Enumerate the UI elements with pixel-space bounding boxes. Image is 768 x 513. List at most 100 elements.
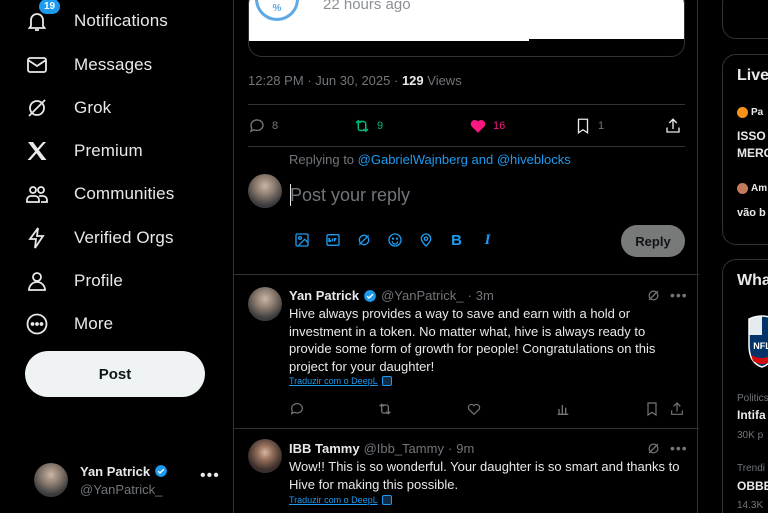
grok-icon[interactable] xyxy=(354,230,373,250)
avatar xyxy=(737,107,748,118)
account-name: Yan Patrick xyxy=(80,463,151,479)
author-handle[interactable]: @YanPatrick_ xyxy=(381,288,463,303)
live-card[interactable]: Live Pa ISSO MERC Am vão b xyxy=(722,54,768,245)
share-icon xyxy=(666,118,680,133)
avatar[interactable] xyxy=(248,287,282,321)
nav-grok[interactable]: Grok xyxy=(24,88,111,128)
nav-label: Notifications xyxy=(74,11,168,30)
more-dots-icon[interactable]: ••• xyxy=(670,440,688,456)
nav-label: Profile xyxy=(74,271,123,290)
tweet-actions xyxy=(289,399,689,419)
repost-icon xyxy=(355,119,369,133)
nav-communities[interactable]: Communities xyxy=(24,174,174,214)
grok-icon[interactable] xyxy=(646,288,661,303)
replying-to-users[interactable]: @GabrielWajnberg and @hiveblocks xyxy=(358,152,571,167)
composer-toolbar: B I xyxy=(292,230,497,252)
more-dots-icon[interactable]: ••• xyxy=(200,467,220,485)
translate-link[interactable]: Traduzir com o DeepL xyxy=(289,495,392,505)
topic-title[interactable]: OBBE xyxy=(737,479,768,493)
separator: · xyxy=(447,441,453,456)
live-item[interactable]: Am xyxy=(737,183,767,194)
separator: · xyxy=(467,288,472,303)
reply-action[interactable]: 8 xyxy=(248,112,278,140)
avatar[interactable] xyxy=(248,439,282,473)
live-text: vão b xyxy=(737,207,766,219)
post-button[interactable]: Post xyxy=(25,351,205,397)
analytics-icon[interactable] xyxy=(555,401,571,417)
tweet-header: Yan Patrick @YanPatrick_ · 3m xyxy=(289,288,494,303)
bookmark-icon[interactable] xyxy=(644,401,660,417)
tweet-time[interactable]: 9m xyxy=(456,441,474,456)
tweet-text: Hive always provides a way to save and e… xyxy=(289,306,656,374)
share-action[interactable] xyxy=(664,112,682,140)
reply-button[interactable]: Reply xyxy=(621,225,685,257)
bold-icon[interactable]: B xyxy=(447,230,466,250)
deepl-icon xyxy=(381,495,392,505)
bookmark-count: 1 xyxy=(598,120,605,132)
heart-icon[interactable] xyxy=(466,401,482,417)
post-timestamp[interactable]: 12:28 PM · Jun 30, 2025 · xyxy=(248,73,402,88)
translate-label: Traduzir com o DeepL xyxy=(289,495,378,505)
avatar xyxy=(737,183,748,194)
grok-icon xyxy=(24,95,50,121)
reply-tweet[interactable]: Yan Patrick @YanPatrick_ · 3m ••• Hive a… xyxy=(234,274,699,428)
author-name[interactable]: Yan Patrick xyxy=(289,288,359,303)
tweet-time[interactable]: 3m xyxy=(476,288,494,303)
share-icon[interactable] xyxy=(669,401,685,417)
post-meta: 12:28 PM · Jun 30, 2025 · 129 Views xyxy=(248,73,462,88)
gif-icon[interactable] xyxy=(323,230,342,250)
italic-icon[interactable]: I xyxy=(478,230,497,250)
repost-action[interactable]: 9 xyxy=(353,112,383,140)
right-card-top xyxy=(722,0,768,39)
author-handle[interactable]: @Ibb_Tammy xyxy=(364,441,444,456)
bookmark-action[interactable]: 1 xyxy=(574,112,604,140)
translate-link[interactable]: Traduzir com o DeepL xyxy=(289,376,392,386)
replying-to: Replying to @GabrielWajnberg and @hivebl… xyxy=(289,152,571,167)
quoted-post-header xyxy=(249,0,684,39)
notifications-badge: 19 xyxy=(38,0,62,15)
divider xyxy=(249,39,529,41)
reply-input[interactable] xyxy=(290,180,670,210)
emoji-icon[interactable] xyxy=(385,230,404,250)
repost-icon[interactable] xyxy=(377,401,393,417)
live-item[interactable]: Pa xyxy=(737,107,763,118)
avatar xyxy=(34,463,68,497)
author-name[interactable]: IBB Tammy xyxy=(289,441,360,456)
more-dots-icon[interactable]: ••• xyxy=(670,287,688,303)
nav-label: Verified Orgs xyxy=(74,228,174,247)
whats-happening-card[interactable]: What NFL Politics Intifa 30K p Trendi OB… xyxy=(722,259,768,513)
location-icon[interactable] xyxy=(416,230,435,250)
divider xyxy=(248,146,685,147)
nav-profile[interactable]: Profile xyxy=(24,261,123,301)
nav-label: Messages xyxy=(74,55,153,74)
reply-tweet[interactable]: IBB Tammy @Ibb_Tammy · 9m ••• Wow!! This… xyxy=(234,428,699,513)
repost-count: 9 xyxy=(377,120,384,132)
bell-icon: 19 xyxy=(24,0,62,34)
account-switcher[interactable]: Yan Patrick @YanPatrick_ ••• xyxy=(34,461,224,499)
tweet-header: IBB Tammy @Ibb_Tammy · 9m xyxy=(289,441,474,456)
grok-icon[interactable] xyxy=(646,441,661,456)
topic-title[interactable]: Intifa xyxy=(737,408,766,422)
verified-badge-icon xyxy=(155,465,167,477)
quoted-time: 22 hours ago xyxy=(323,0,411,13)
image-icon[interactable] xyxy=(292,230,311,250)
envelope-icon xyxy=(24,52,50,78)
main-column: % 22 hours ago 12:28 PM · Jun 30, 2025 ·… xyxy=(233,0,699,513)
live-text: MERC xyxy=(737,146,768,160)
bookmark-icon xyxy=(577,118,589,135)
like-action[interactable]: 16 xyxy=(469,112,505,140)
reply-icon[interactable] xyxy=(289,401,305,417)
nfl-shield-icon: NFL xyxy=(748,315,768,368)
tweet-text: Wow!! This is so wonderful. Your daughte… xyxy=(289,459,680,492)
nav-notifications[interactable]: 19 Notifications xyxy=(24,0,168,41)
nav-label: Communities xyxy=(74,184,175,203)
nav-more[interactable]: More xyxy=(24,304,113,344)
nav-premium[interactable]: Premium xyxy=(24,131,143,171)
quoted-post-card[interactable]: % 22 hours ago xyxy=(248,0,685,57)
live-text: ISSO xyxy=(737,129,766,143)
nav-messages[interactable]: Messages xyxy=(24,45,152,85)
topic-category: Politics xyxy=(737,393,768,404)
nav-verified-orgs[interactable]: Verified Orgs xyxy=(24,218,174,258)
account-handle: @YanPatrick_ xyxy=(80,481,163,497)
people-icon xyxy=(24,181,50,207)
